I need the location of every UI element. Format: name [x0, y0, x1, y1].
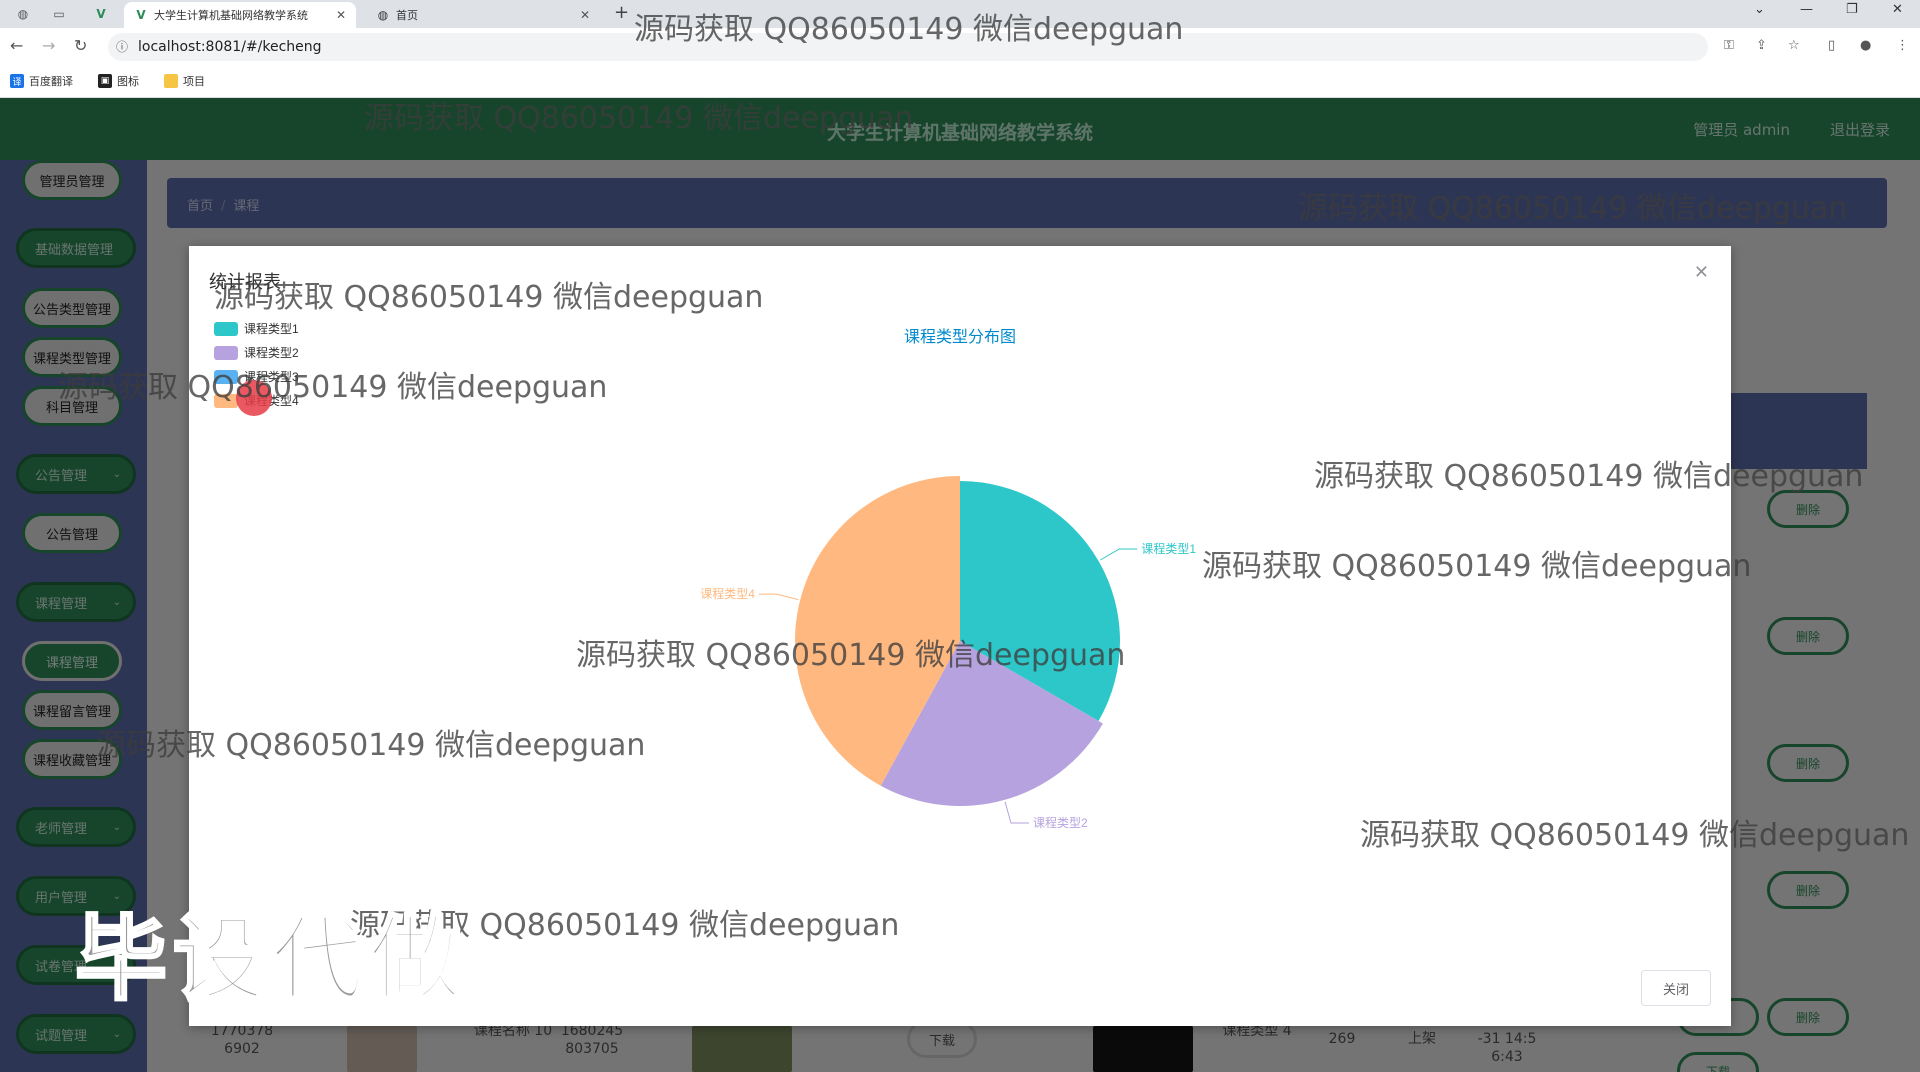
tab-search-icon[interactable]: ⌄ — [1754, 2, 1765, 17]
vue-icon: V — [136, 8, 146, 22]
translate-icon: 译 — [10, 74, 24, 88]
chart-title: 课程类型分布图 — [904, 328, 1016, 346]
bookmarks-bar: 译 百度翻译 ▣ 图标 项目 — [0, 66, 1920, 98]
slice-label-line — [1004, 801, 1029, 824]
dialog-close-button[interactable]: 关闭 — [1641, 970, 1711, 1006]
course-type-pie-chart: 课程类型分布图 课程类型1课程类型2课程类型3课程类型4 课程类型1课程类型2课… — [214, 321, 1196, 830]
slice-label: 课程类型4 — [700, 586, 755, 601]
reload-icon[interactable]: ↻ — [74, 36, 87, 55]
folder-icon — [164, 74, 178, 88]
minimize-icon[interactable]: — — [1800, 2, 1813, 17]
legend-label[interactable]: 课程类型2 — [244, 345, 299, 360]
address-bar-row: ← → ↻ ⓘ localhost:8081/#/kecheng ⚿ ⇪ ☆ ▯… — [0, 28, 1920, 66]
globe-icon: ◍ — [377, 8, 389, 22]
cursor-indicator — [236, 380, 272, 416]
bookmark-item[interactable]: 项目 — [164, 73, 205, 89]
restore-icon[interactable]: ❐ — [1846, 2, 1858, 17]
legend-swatch[interactable] — [214, 394, 238, 408]
bookmark-label: 图标 — [117, 75, 139, 88]
legend-swatch[interactable] — [214, 322, 238, 336]
button-label: 关闭 — [1662, 982, 1689, 998]
share-icon[interactable]: ⇪ — [1756, 38, 1767, 53]
bookmark-item[interactable]: ▣ 图标 — [98, 73, 139, 89]
url-text: localhost:8081/#/kecheng — [138, 39, 322, 55]
slice-label-line — [1100, 548, 1138, 561]
forward-icon[interactable]: → — [42, 36, 55, 55]
bookmark-item[interactable]: 译 百度翻译 — [10, 73, 73, 89]
new-tab-button[interactable]: + — [614, 2, 629, 23]
back-icon[interactable]: ← — [10, 36, 23, 55]
watermark-big-text: 毕设代做 — [73, 905, 468, 1015]
close-icon[interactable]: ✕ — [336, 8, 346, 22]
legend-swatch[interactable] — [214, 346, 238, 360]
vue-icon[interactable]: V — [86, 3, 116, 25]
browser-tab[interactable]: ◍ 首页 ✕ — [366, 2, 600, 28]
window-close-icon[interactable]: ✕ — [1892, 2, 1903, 17]
info-icon: ⓘ — [116, 40, 129, 54]
browser-tab-active[interactable]: V 大学生计算机基础网络教学系统 ✕ — [124, 2, 356, 28]
url-input[interactable]: ⓘ localhost:8081/#/kecheng — [108, 33, 1708, 61]
tab-title: 大学生计算机基础网络教学系统 — [154, 9, 308, 22]
slice-label: 课程类型2 — [1033, 815, 1088, 830]
close-icon[interactable]: ✕ — [580, 8, 590, 22]
globe-icon[interactable]: ◍ — [8, 3, 38, 25]
bookmark-label: 项目 — [183, 75, 205, 88]
image-icon: ▣ — [98, 74, 112, 88]
profile-icon[interactable]: ● — [1860, 38, 1871, 53]
bookmark-label: 百度翻译 — [29, 75, 73, 88]
sidepanel-icon[interactable]: ▯ — [1828, 38, 1835, 53]
blank-tab-icon[interactable]: ▭ — [44, 3, 74, 25]
tab-title: 首页 — [396, 9, 418, 22]
legend-label[interactable]: 课程类型1 — [244, 321, 299, 336]
star-icon[interactable]: ☆ — [1788, 38, 1800, 53]
menu-icon[interactable]: ⋮ — [1896, 38, 1909, 53]
legend-swatch[interactable] — [214, 370, 238, 384]
slice-label: 课程类型1 — [1141, 541, 1196, 556]
slice-label-line — [758, 593, 799, 601]
close-icon[interactable]: ✕ — [1694, 262, 1709, 283]
browser-tab-bar: ◍ ▭ V V 大学生计算机基础网络教学系统 ✕ ◍ 首页 ✕ + ⌄ — ❐ … — [0, 0, 1920, 28]
dialog-title: 统计报表 — [209, 272, 281, 293]
key-icon[interactable]: ⚿ — [1724, 38, 1734, 53]
